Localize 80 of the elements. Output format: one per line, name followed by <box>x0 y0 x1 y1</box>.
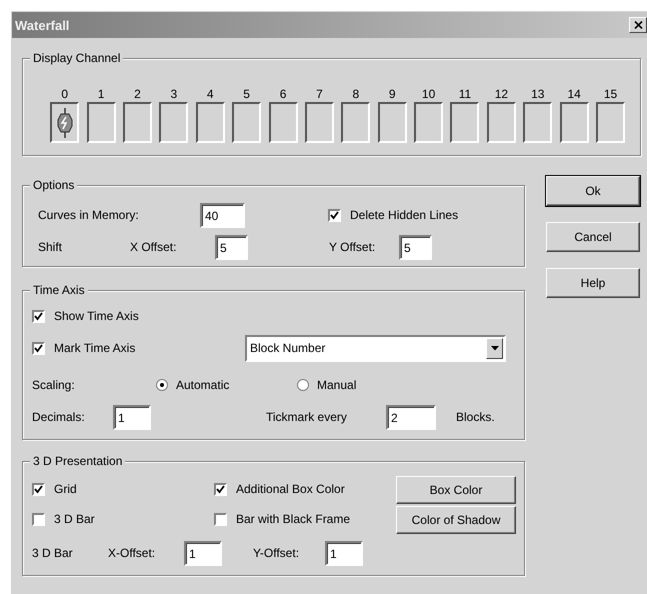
checkbox-label: Bar with Black Frame <box>236 512 350 527</box>
curves-field[interactable]: 40 <box>200 203 245 228</box>
channel-button[interactable] <box>159 102 188 143</box>
channel-button[interactable] <box>596 102 626 143</box>
bar-label: 3 D Bar <box>32 546 74 561</box>
channel-button[interactable] <box>450 102 480 143</box>
channel-button[interactable] <box>86 102 116 143</box>
channel-button[interactable] <box>341 102 370 143</box>
y-offset-label: Y-Offset: <box>253 546 300 561</box>
color-button[interactable]: Box Color <box>396 476 516 504</box>
y-offset-field[interactable]: 5 <box>399 235 432 260</box>
checkbox-label: Grid <box>54 482 77 497</box>
dialog-button[interactable]: Cancel <box>546 222 640 252</box>
channel-button[interactable] <box>414 102 444 143</box>
channel-button[interactable] <box>560 102 589 143</box>
group-title: Options <box>30 178 78 193</box>
checkbox-label: Mark Time Axis <box>54 340 136 356</box>
x-offset-label: X-Offset: <box>108 546 156 561</box>
channel-button[interactable] <box>232 102 262 143</box>
y-offset-label: Y Offset: <box>329 240 376 255</box>
plug-icon <box>56 108 73 138</box>
decimals-field[interactable]: 1 <box>113 405 151 430</box>
blocks-label: Blocks. <box>456 410 495 425</box>
scaling-label: Scaling: <box>32 378 76 392</box>
channel-label: 3 <box>170 87 178 101</box>
channel-label: 14 <box>567 87 581 101</box>
mark-dropdown[interactable]: Block Number <box>245 334 506 362</box>
x-offset-field[interactable]: 1 <box>184 541 222 566</box>
checkbox-label: Show Time Axis <box>54 308 139 324</box>
channel-button[interactable] <box>378 102 407 143</box>
channel-label: 13 <box>531 87 544 101</box>
radio-button[interactable] <box>297 379 309 391</box>
radio-button[interactable] <box>156 379 168 391</box>
channel-button[interactable] <box>50 102 80 143</box>
channel-label: 5 <box>243 87 250 101</box>
radio-label: Manual <box>317 378 356 392</box>
channel-label: 9 <box>388 87 396 101</box>
checkbox[interactable] <box>32 342 45 354</box>
tickmark-field[interactable]: 2 <box>386 405 436 430</box>
checkbox[interactable] <box>214 513 227 526</box>
color-button[interactable]: Color of Shadow <box>396 506 516 534</box>
dialog-button[interactable]: Ok <box>546 176 640 206</box>
channel-label: 1 <box>98 87 104 101</box>
dialog-button[interactable]: Help <box>546 268 640 298</box>
checkbox[interactable] <box>32 310 45 322</box>
y-offset-field[interactable]: 1 <box>325 541 363 566</box>
channel-label: 2 <box>134 87 141 101</box>
window-title: Waterfall <box>15 18 70 32</box>
tickmark-label: Tickmark every <box>266 410 348 425</box>
channel-button[interactable] <box>268 102 298 143</box>
channel-button[interactable] <box>196 102 225 143</box>
radio-label: Automatic <box>176 378 230 392</box>
channel-label: 0 <box>61 87 68 101</box>
checkbox[interactable] <box>328 209 341 222</box>
group-title: Display Channel <box>30 51 124 66</box>
channel-button[interactable] <box>122 102 152 143</box>
checkbox-label: Additional Box Color <box>236 482 345 497</box>
channel-label: 10 <box>422 87 436 101</box>
channel-label: 4 <box>206 87 214 101</box>
shift-label: Shift <box>38 240 64 255</box>
channel-label: 6 <box>280 87 286 101</box>
channel-label: 12 <box>494 87 508 101</box>
close-button[interactable] <box>629 17 647 33</box>
checkbox[interactable] <box>32 483 45 496</box>
x-offset-field[interactable]: 5 <box>215 235 248 260</box>
curves-label: Curves in Memory: <box>38 208 140 223</box>
checkbox-label: Delete Hidden Lines <box>350 208 458 223</box>
channel-button[interactable] <box>523 102 552 143</box>
channel-label: 8 <box>352 87 360 101</box>
checkbox-label: 3 D Bar <box>54 512 95 527</box>
channel-button[interactable] <box>486 102 516 143</box>
close-icon <box>634 21 642 29</box>
channel-button[interactable] <box>304 102 334 143</box>
checkbox[interactable] <box>214 483 227 496</box>
checkbox[interactable] <box>32 513 45 526</box>
channel-label: 11 <box>458 87 472 101</box>
channel-label: 15 <box>604 87 618 101</box>
x-offset-label: X Offset: <box>130 240 178 255</box>
decimals-label: Decimals: <box>32 410 86 425</box>
channel-label: 7 <box>316 87 323 101</box>
